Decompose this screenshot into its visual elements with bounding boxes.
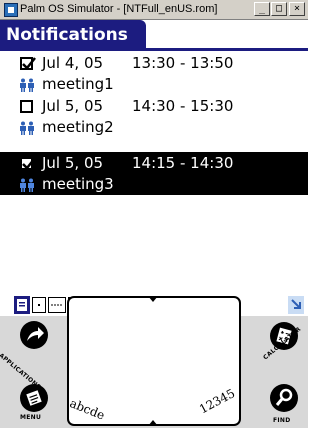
menu-icon bbox=[26, 390, 42, 406]
palm-simulator-icon bbox=[4, 3, 18, 17]
graffiti-numbers-hint: 12345 bbox=[197, 386, 238, 417]
checkmark-icon bbox=[22, 157, 36, 170]
notification-date: Jul 4, 05 bbox=[42, 54, 104, 72]
window-title: Palm OS Simulator - [NTFull_enUS.rom] bbox=[20, 3, 218, 15]
notification-name: meeting1 bbox=[42, 75, 114, 93]
notification-item[interactable]: Jul 5, 05 14:30 - 15:30 meeting2 bbox=[0, 95, 308, 138]
menu-label: MENU bbox=[20, 414, 42, 421]
attendee-icon bbox=[20, 78, 34, 92]
details-view-icon[interactable] bbox=[14, 296, 30, 314]
divider-top-marker bbox=[148, 296, 158, 302]
notification-item-selected[interactable]: Jul 5, 05 14:15 - 14:30 meeting3 bbox=[0, 152, 308, 195]
notification-time: 14:30 - 15:30 bbox=[132, 97, 234, 115]
notification-time: 13:30 - 13:50 bbox=[132, 54, 234, 72]
page-dot-icon[interactable] bbox=[32, 296, 46, 314]
graffiti-letters-hint: abcde bbox=[67, 396, 107, 423]
notification-item[interactable]: Jul 4, 05 13:30 - 13:50 meeting1 bbox=[0, 52, 308, 95]
applications-button[interactable] bbox=[20, 321, 48, 349]
checkmark-icon bbox=[22, 57, 36, 70]
notification-name: meeting2 bbox=[42, 118, 114, 136]
notification-checkbox[interactable] bbox=[20, 157, 36, 170]
maximize-button[interactable]: □ bbox=[271, 2, 287, 16]
attendee-icon bbox=[20, 121, 34, 135]
notification-checkbox[interactable] bbox=[20, 57, 36, 70]
home-arrow-icon bbox=[27, 327, 44, 341]
window-title-bar[interactable]: Palm OS Simulator - [NTFull_enUS.rom] _ … bbox=[0, 0, 308, 20]
close-button[interactable]: × bbox=[289, 2, 305, 16]
goto-icon[interactable] bbox=[288, 296, 304, 314]
notification-checkbox[interactable] bbox=[20, 100, 33, 113]
graffiti-writing-area[interactable]: abcde 12345 bbox=[67, 296, 241, 426]
list-view-icon[interactable] bbox=[48, 296, 66, 314]
form-title[interactable]: Notifications bbox=[0, 20, 146, 51]
find-label: FIND bbox=[273, 417, 291, 424]
notification-time: 14:15 - 14:30 bbox=[132, 154, 234, 172]
menu-button[interactable] bbox=[20, 384, 48, 412]
notification-date: Jul 5, 05 bbox=[42, 97, 104, 115]
divider-bottom-marker bbox=[148, 420, 158, 426]
form-title-bar: Notifications bbox=[0, 20, 308, 51]
notification-date: Jul 5, 05 bbox=[42, 154, 104, 172]
attendee-icon bbox=[20, 178, 34, 192]
find-button[interactable] bbox=[270, 384, 298, 412]
notification-name: meeting3 bbox=[42, 175, 114, 193]
minimize-button[interactable]: _ bbox=[254, 2, 270, 16]
magnifier-icon bbox=[275, 388, 293, 406]
